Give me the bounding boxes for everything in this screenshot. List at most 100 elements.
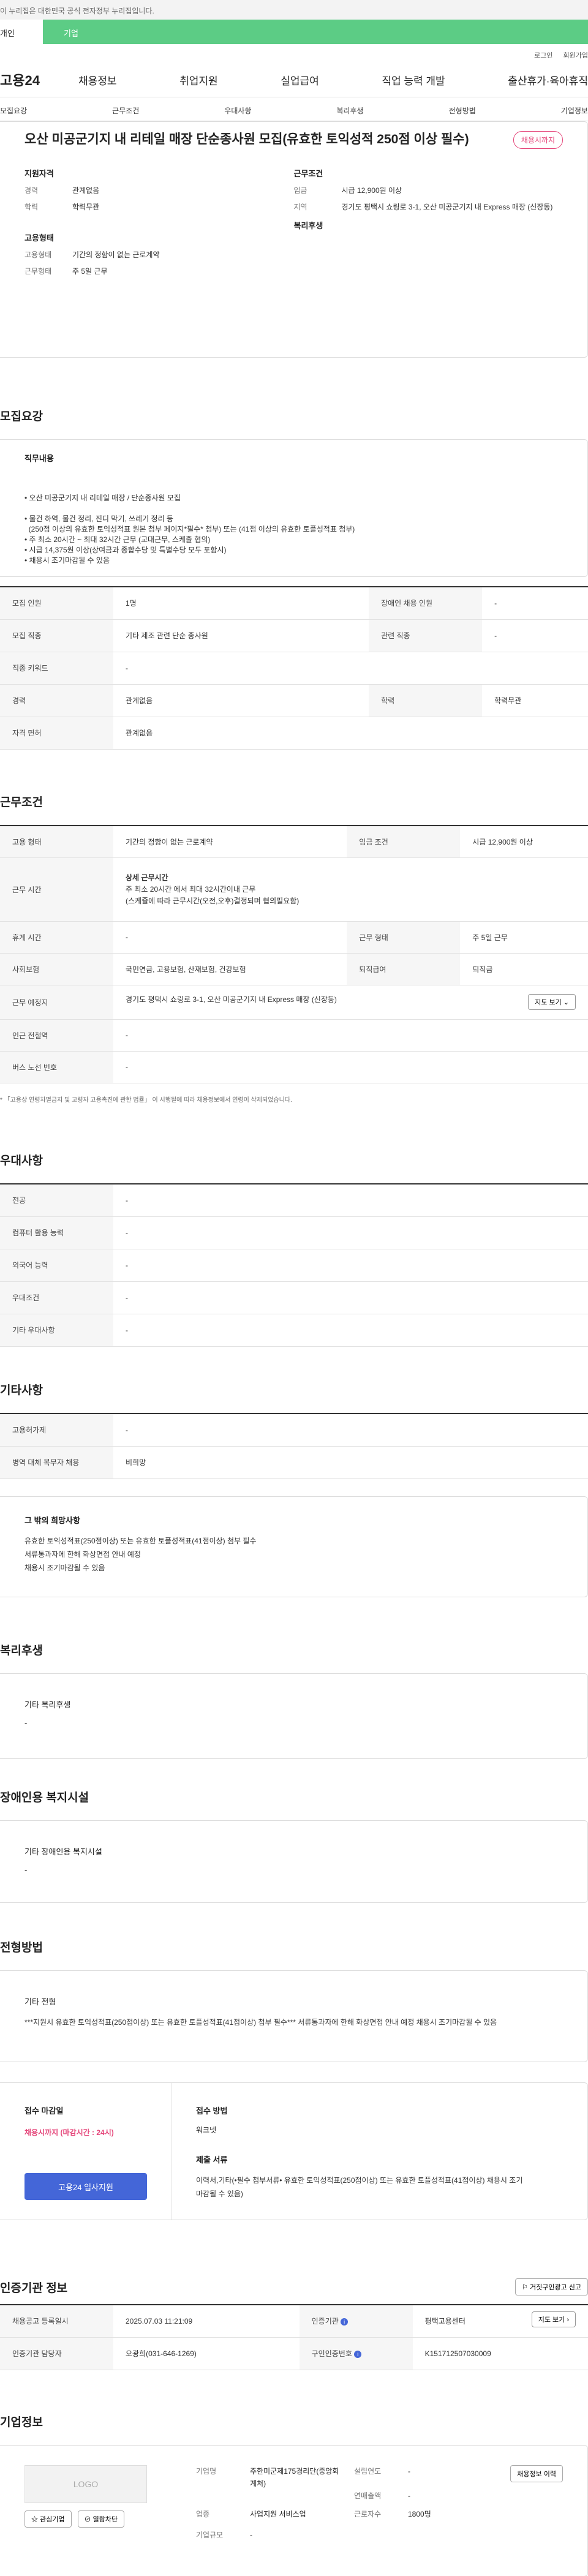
cell-value: - [113, 1184, 588, 1217]
cell-value: - [113, 1414, 588, 1447]
welfare-heading: 복리후생 [293, 221, 323, 230]
info-icon[interactable]: i [354, 2350, 362, 2358]
education-label: 학력 [24, 203, 39, 211]
employees-value: 1800명 [408, 2510, 431, 2518]
nav-parental-leave[interactable]: 출산휴가·육아휴직 [508, 72, 588, 88]
job-summary-card: 오산 미공군기지 내 리테일 매장 단순종사원 모집(유효한 토익성적 250점… [0, 121, 588, 358]
map-button[interactable]: 지도 보기 ⌄ [528, 994, 576, 1010]
tab-individual[interactable]: 개인 [0, 20, 43, 44]
cell-value: K151712507030009 [412, 2337, 588, 2370]
selection-section: 전형방법 기타 전형 ***지원시 유효한 토익성적표(250점이상) 또는 유… [0, 1938, 588, 2062]
cell-value: - [113, 1281, 588, 1314]
chevron-down-icon: ⌄ [563, 999, 569, 1006]
nav-jobs[interactable]: 채용정보 [78, 72, 117, 88]
preference-section: 우대사항 전공 - 컴퓨터 활용 능력 - 외국어 능력 - 우대조건 - 기타 우대사… [0, 1151, 588, 1347]
other-wishes-box: 그 밖의 희망사항 유효한 토익성적표(250점이상) 또는 유효한 토플성적표… [0, 1496, 588, 1597]
documents-heading: 제출 서류 [196, 2155, 228, 2164]
cell-value: - [113, 1216, 588, 1249]
anchor-preference[interactable]: 우대사항 [224, 105, 251, 121]
cell-header: 사회보험 [0, 953, 113, 985]
section-anchor-nav: 모집요강 근무조건 우대사항 복리후생 전형방법 기업정보 [0, 97, 588, 121]
cell-header: 고용 형태 [0, 826, 113, 858]
anchor-work[interactable]: 근무조건 [112, 105, 139, 121]
cell-value: 기타 제조 관련 단순 종사원 [113, 619, 369, 652]
work-title: 근무조건 [0, 796, 43, 809]
nav-employment-support[interactable]: 취업지원 [179, 72, 218, 88]
favorite-company-button[interactable]: ☆ 관심기업 [24, 2510, 72, 2528]
cell-header: 버스 노선 번호 [0, 1051, 113, 1083]
etc-title: 기타사항 [0, 1384, 43, 1397]
recruit-section: 모집요강 직무내용 • 오산 미공군기지 내 리테일 매장 / 단순종사원 모집… [0, 407, 588, 750]
other-wishes-heading: 그 밖의 희망사항 [24, 1515, 80, 1525]
anchor-welfare[interactable]: 복리후생 [336, 105, 363, 121]
anchor-recruit[interactable]: 모집요강 [0, 105, 27, 121]
nav-vocational-training[interactable]: 직업 능력 개발 [382, 72, 445, 88]
cell-header: 인근 전철역 [0, 1019, 113, 1052]
employment-type-value: 기간의 정함이 없는 근로계약 [72, 250, 160, 259]
cell-header: 구인인증번호 i [299, 2337, 413, 2370]
anchor-selection[interactable]: 전형방법 [449, 105, 476, 121]
education-value: 학력무관 [72, 203, 100, 211]
sales-value: - [408, 2491, 410, 2500]
employment-type-label: 고용형태 [24, 250, 52, 259]
agency-map-button[interactable]: 지도 보기 › [531, 2311, 576, 2327]
company-size-label: 기업규모 [196, 2531, 224, 2539]
qualification-heading: 지원자격 [24, 169, 54, 178]
cell-header: 기타 우대사항 [0, 1314, 113, 1347]
disabled-facility-title: 장애인용 복지시설 [0, 1791, 89, 1804]
company-name-label: 기업명 [196, 2467, 217, 2476]
signup-link[interactable]: 회원가입 [564, 52, 588, 59]
employees-label: 근로자수 [354, 2510, 382, 2518]
company-title: 기업정보 [0, 2416, 43, 2429]
tab-company[interactable]: 기업 [43, 20, 588, 44]
method-heading: 접수 방법 [196, 2106, 228, 2115]
welfare-box: 기타 복리후생 - [0, 1673, 588, 1759]
cell-header: 휴게 시간 [0, 921, 113, 954]
region-value: 경기도 평택시 쇼링로 3-1, 오산 미공군기지 내 Express 매장 (… [341, 203, 553, 211]
cell-header: 모집 직종 [0, 619, 113, 652]
region-label: 지역 [293, 203, 307, 211]
age-notice: * 「고용상 연령차별금지 및 고령자 고용촉진에 관한 법률」 이 시행될에 … [0, 1096, 292, 1104]
certification-section: 인증기관 정보 ⚐ 거짓구인광고 신고 채용공고 등록일시 2025.07.03 … [0, 2278, 588, 2370]
cell-value: - [113, 1314, 588, 1347]
login-link[interactable]: 로그인 [534, 52, 552, 59]
career-label: 경력 [24, 186, 39, 195]
cell-value: 비희망 [113, 1446, 588, 1479]
work-place-value: 경기도 평택시 쇼링로 3-1, 오산 미공군기지 내 Express 매장 (… [126, 995, 337, 1004]
work-type-label: 근무형태 [24, 267, 52, 276]
member-tabs: 개인 기업 [0, 20, 588, 44]
report-fake-ad-button[interactable]: ⚐ 거짓구인광고 신고 [515, 2278, 588, 2295]
nav-unemployment-benefit[interactable]: 실업급여 [281, 72, 319, 88]
cell-value: 기간의 정함이 없는 근로계약 [113, 826, 347, 858]
info-icon[interactable]: i [341, 2318, 349, 2326]
cell-header: 장애인 채용 인원 [369, 587, 483, 620]
disabled-facility-section: 장애인용 복지시설 기타 장애인용 복지시설 - [0, 1788, 588, 1903]
hiring-history-button[interactable]: 채용정보 이력 [510, 2465, 563, 2482]
site-logo[interactable]: 고용24 [0, 70, 78, 89]
cell-header: 학력 [369, 684, 483, 717]
cell-header: 전공 [0, 1184, 113, 1217]
deadline-value: 채용시까지 (마감시간 : 24시) [24, 2128, 114, 2137]
industry-value: 사업지원 서비스업 [250, 2510, 306, 2518]
cell-header: 고용허가제 [0, 1414, 113, 1447]
work-time-detail: 상세 근무시간 주 최소 20시간 에서 최대 32시간이내 근무 (스케쥴에 따라… [113, 857, 588, 922]
company-size-value: - [250, 2531, 252, 2539]
cell-value: 국민연금, 고용보험, 산재보험, 건강보험 [113, 953, 347, 985]
work-section: 근무조건 고용 형태 기간의 정함이 없는 근로계약 임금 조건 시급 12,900원… [0, 793, 588, 1104]
preference-title: 우대사항 [0, 1154, 43, 1167]
cell-header: 인증기관 i [299, 2305, 413, 2338]
apply-button[interactable]: 고용24 입사지원 [24, 2173, 147, 2200]
duty-box: 직무내용 • 오산 미공군기지 내 리테일 매장 / 단순종사원 모집 • 물건… [0, 439, 588, 577]
cell-header: 병역 대체 복무자 채용 [0, 1446, 113, 1479]
etc-section: 기타사항 고용허가제 - 병역 대체 복무자 채용 비희망 그 밖의 희망사항 유효… [0, 1381, 588, 1597]
duty-text: • 오산 미공군기지 내 리테일 매장 / 단순종사원 모집 • 물건 하역, … [24, 494, 355, 565]
block-view-button[interactable]: ⊘ 열람차단 [77, 2510, 125, 2528]
cell-header: 채용공고 등록일시 [0, 2305, 113, 2338]
cell-header: 경력 [0, 684, 113, 717]
anchor-company[interactable]: 기업정보 [561, 105, 588, 121]
company-section: 기업정보 LOGO ☆ 관심기업 ⊘ 열람차단 기업명 주한미군제175경리단(중… [0, 2413, 588, 2576]
welfare-sub: 기타 복리후생 [24, 1700, 71, 1709]
cell-value: - [113, 921, 347, 954]
work-type-value: 주 5일 근무 [72, 267, 108, 276]
cell-header: 자격 면허 [0, 717, 113, 750]
